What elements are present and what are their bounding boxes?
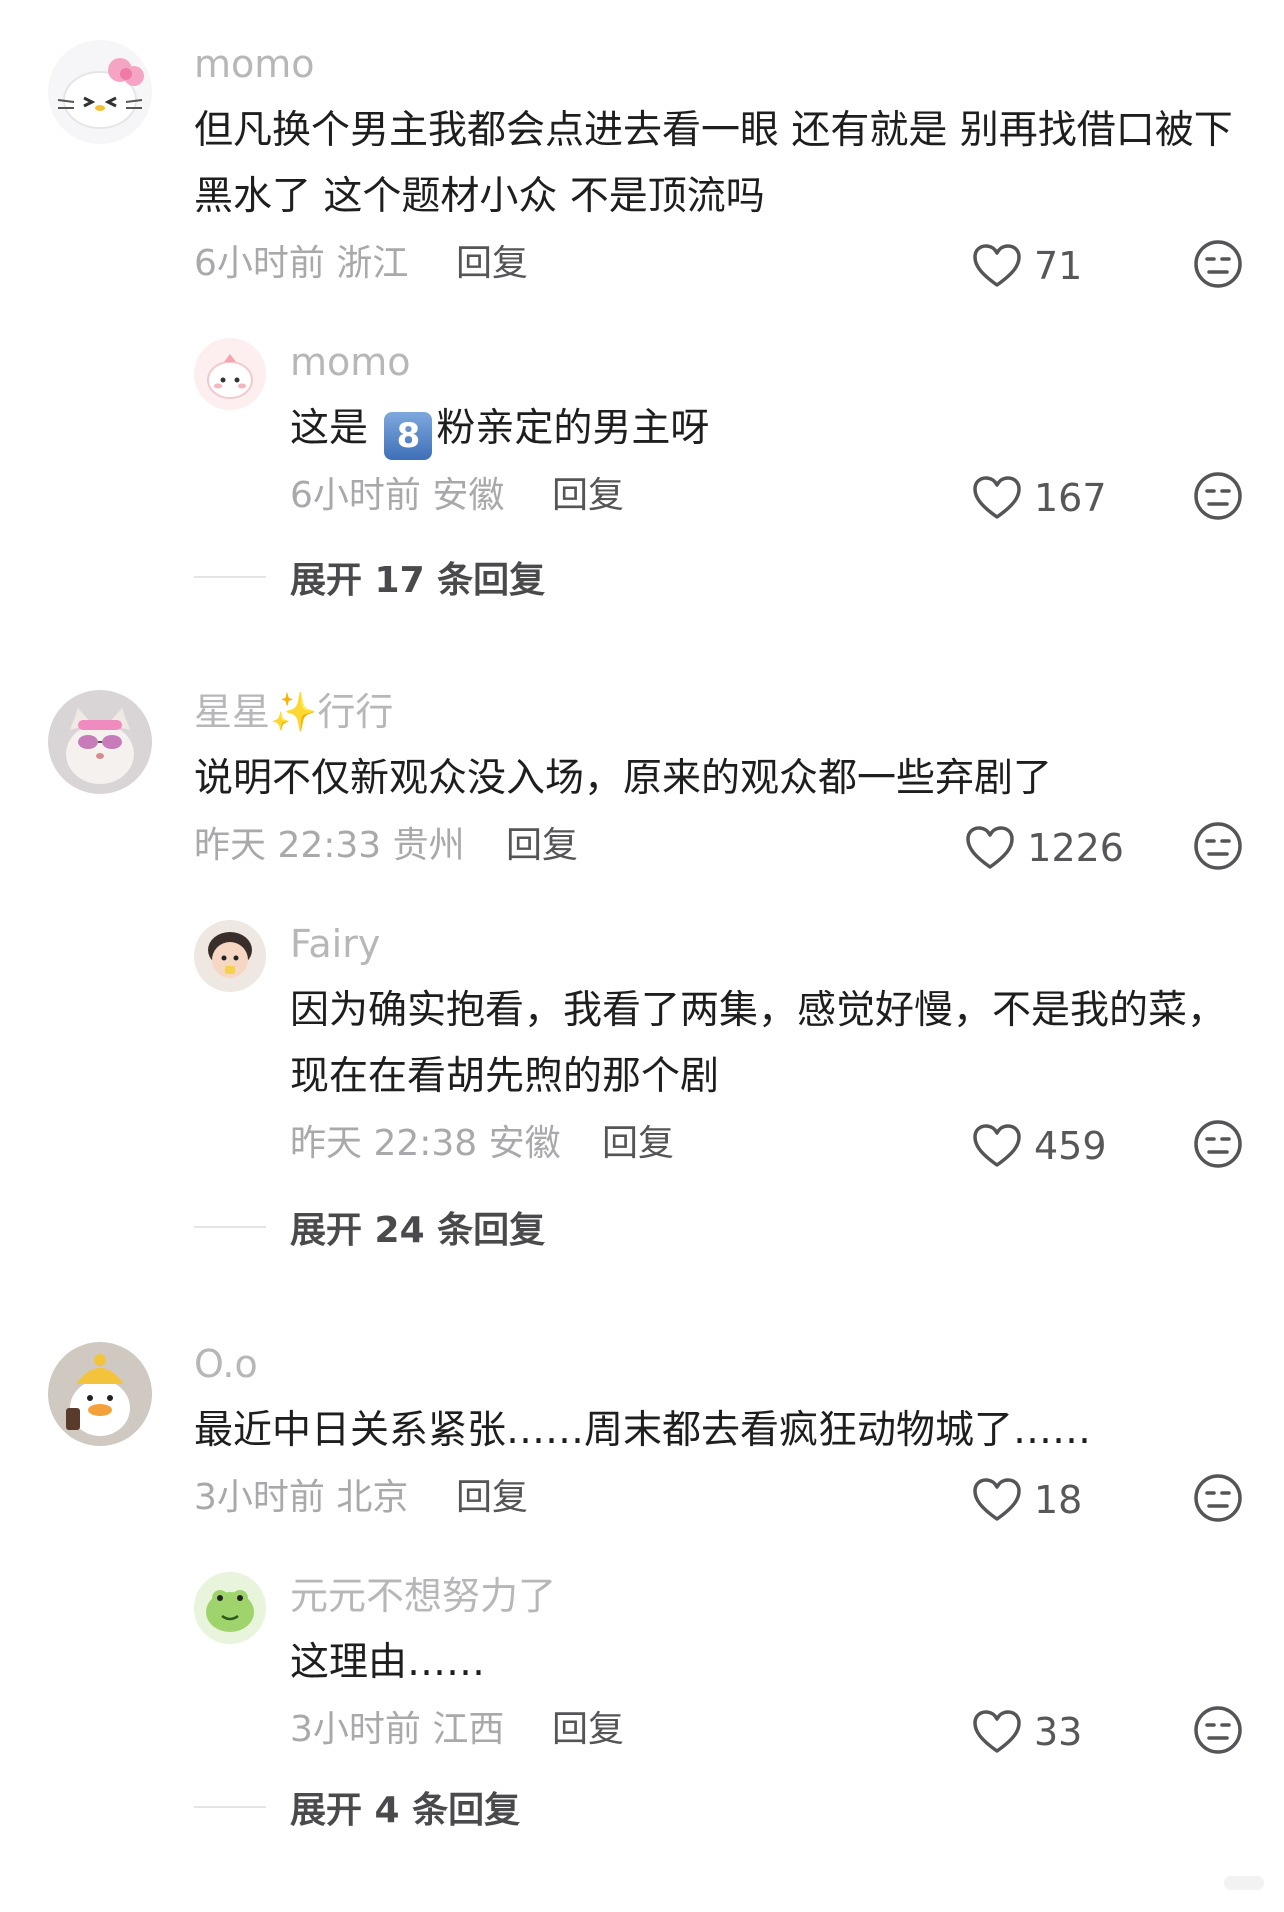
reply-text[interactable]: 因为确实抱看，我看了两集，感觉好慢，不是我的菜，现在在看胡先煦的那个剧 — [290, 978, 1284, 1110]
divider — [194, 576, 266, 578]
green-frog-avatar-icon — [194, 1572, 266, 1644]
comment-meta: 昨天 22:33 贵州 回复 1226 — [194, 816, 1284, 876]
like-button[interactable]: 33 — [972, 1704, 1124, 1760]
like-button[interactable]: 1226 — [965, 820, 1124, 876]
heart-outline-icon — [973, 1710, 1021, 1753]
reply-text-part: 粉亲定的男主呀 — [436, 406, 710, 451]
reply-meta: 昨天 22:38 安徽 回复 459 — [290, 1114, 1284, 1174]
watermark-area — [1204, 1858, 1284, 1908]
dislike-button[interactable] — [1192, 1118, 1244, 1174]
reply-time-location: 昨天 22:38 安徽 — [290, 1123, 561, 1164]
reply-meta: 3小时前 江西 回复 33 — [290, 1700, 1284, 1760]
avatar[interactable] — [194, 1572, 266, 1644]
comment-username[interactable]: O.o — [194, 1342, 1284, 1386]
divider — [194, 1806, 266, 1808]
reply-time-location: 3小时前 江西 — [290, 1709, 505, 1750]
expand-replies-label: 展开 24 条回复 — [290, 1210, 546, 1251]
dislike-face-icon — [1194, 1706, 1242, 1754]
dislike-button[interactable] — [1192, 238, 1244, 294]
avatar[interactable] — [48, 40, 152, 144]
comment-time-location: 3小时前 北京 — [194, 1477, 409, 1518]
reply-button[interactable]: 回复 — [552, 1710, 624, 1750]
duck-with-hat-avatar-icon — [48, 1342, 152, 1446]
cartoon-avatar-icon — [194, 338, 266, 410]
comment: momo 但凡换个男主我都会点进去看一眼 还有就是 别再找借口被下黑水了 这个题… — [194, 42, 1284, 294]
reply: 元元不想努力了 这理由…… 3小时前 江西 回复 33 — [290, 1574, 1284, 1760]
like-count: 167 — [1034, 476, 1107, 520]
reply-meta: 6小时前 安徽 回复 167 — [290, 466, 1284, 526]
expand-replies-button[interactable]: 展开 24 条回复 — [194, 1202, 545, 1252]
reply-button[interactable]: 回复 — [456, 1478, 528, 1518]
heart-outline-icon — [973, 1478, 1021, 1521]
comment-meta: 6小时前 浙江 回复 71 — [194, 234, 1284, 294]
comment-meta: 3小时前 北京 回复 18 — [194, 1468, 1284, 1528]
reply: momo 这是 8 粉亲定的男主呀 6小时前 安徽 回复 167 — [290, 340, 1284, 526]
reply-username[interactable]: 元元不想努力了 — [290, 1574, 1284, 1618]
username-part: 星星 — [194, 690, 271, 734]
like-count: 18 — [1034, 1478, 1083, 1522]
divider — [194, 1226, 266, 1228]
dislike-face-icon — [1194, 472, 1242, 520]
avatar[interactable] — [194, 920, 266, 992]
reply-text[interactable]: 这理由…… — [290, 1630, 1284, 1696]
like-button[interactable]: 18 — [972, 1472, 1124, 1528]
expand-replies-button[interactable]: 展开 17 条回复 — [194, 552, 545, 602]
reply: Fairy 因为确实抱看，我看了两集，感觉好慢，不是我的菜，现在在看胡先煦的那个… — [290, 922, 1284, 1174]
reply-username[interactable]: Fairy — [290, 922, 1284, 966]
comment-time-location: 昨天 22:33 贵州 — [194, 825, 465, 866]
like-button[interactable]: 71 — [972, 238, 1124, 294]
comment-thread: 星星✨行行 说明不仅新观众没入场，原来的观众都一些弃剧了 昨天 22:33 贵州… — [0, 650, 1284, 1290]
dislike-face-icon — [1194, 1474, 1242, 1522]
dislike-button[interactable] — [1192, 820, 1244, 876]
comment-username[interactable]: momo — [194, 42, 1284, 86]
expand-replies-label: 展开 17 条回复 — [290, 560, 546, 601]
heart-outline-icon — [973, 476, 1021, 519]
dislike-button[interactable] — [1192, 470, 1244, 526]
comment: 星星✨行行 说明不仅新观众没入场，原来的观众都一些弃剧了 昨天 22:33 贵州… — [194, 690, 1284, 876]
dislike-face-icon — [1194, 822, 1242, 870]
comment-time-location: 6小时前 浙江 — [194, 243, 409, 284]
heart-outline-icon — [973, 244, 1021, 287]
heart-outline-icon — [966, 826, 1015, 869]
reply-button[interactable]: 回复 — [456, 244, 528, 284]
comment-username[interactable]: 星星✨行行 — [194, 690, 1284, 734]
reply-button[interactable]: 回复 — [506, 826, 578, 866]
expand-replies-button[interactable]: 展开 4 条回复 — [194, 1782, 520, 1832]
avatar[interactable] — [194, 338, 266, 410]
expand-replies-label: 展开 4 条回复 — [290, 1790, 521, 1831]
like-count: 459 — [1034, 1124, 1107, 1168]
comment-text[interactable]: 最近中日关系紧张……周末都去看疯狂动物城了…… — [194, 1398, 1284, 1464]
baby-photo-avatar-icon — [194, 920, 266, 992]
dislike-button[interactable] — [1192, 1704, 1244, 1760]
like-button[interactable]: 167 — [972, 470, 1124, 526]
avatar[interactable] — [48, 690, 152, 794]
dislike-face-icon — [1194, 1120, 1242, 1168]
dislike-button[interactable] — [1192, 1472, 1244, 1528]
like-count: 71 — [1034, 244, 1083, 288]
keycap-digit-emoji: 8 — [384, 412, 433, 460]
reply-username[interactable]: momo — [290, 340, 1284, 384]
cat-with-sunglasses-avatar-icon — [48, 690, 152, 794]
comment-text[interactable]: 但凡换个男主我都会点进去看一眼 还有就是 别再找借口被下黑水了 这个题材小众 不… — [194, 98, 1284, 230]
like-count: 1226 — [1027, 826, 1124, 870]
avatar[interactable] — [48, 1342, 152, 1446]
username-part: 行行 — [317, 690, 394, 734]
reply-time-location: 6小时前 安徽 — [290, 475, 505, 516]
like-button[interactable]: 459 — [972, 1118, 1124, 1174]
hello-kitty-avatar-icon — [48, 40, 152, 144]
comment-thread: O.o 最近中日关系紧张……周末都去看疯狂动物城了…… 3小时前 北京 回复 1… — [0, 1302, 1284, 1892]
reply-text[interactable]: 这是 8 粉亲定的男主呀 — [290, 396, 1284, 462]
heart-outline-icon — [973, 1124, 1021, 1167]
reply-button[interactable]: 回复 — [602, 1124, 674, 1164]
dislike-face-icon — [1194, 240, 1242, 288]
reply-text-part: 这是 — [290, 406, 381, 451]
reply-button[interactable]: 回复 — [552, 476, 624, 516]
sparkle-emoji: ✨ — [270, 690, 318, 734]
like-count: 33 — [1034, 1710, 1083, 1754]
comment: O.o 最近中日关系紧张……周末都去看疯狂动物城了…… 3小时前 北京 回复 1… — [194, 1342, 1284, 1528]
watermark-icon — [1224, 1876, 1264, 1890]
comment-text[interactable]: 说明不仅新观众没入场，原来的观众都一些弃剧了 — [194, 746, 1284, 812]
comment-thread: momo 但凡换个男主我都会点进去看一眼 还有就是 别再找借口被下黑水了 这个题… — [0, 0, 1284, 620]
